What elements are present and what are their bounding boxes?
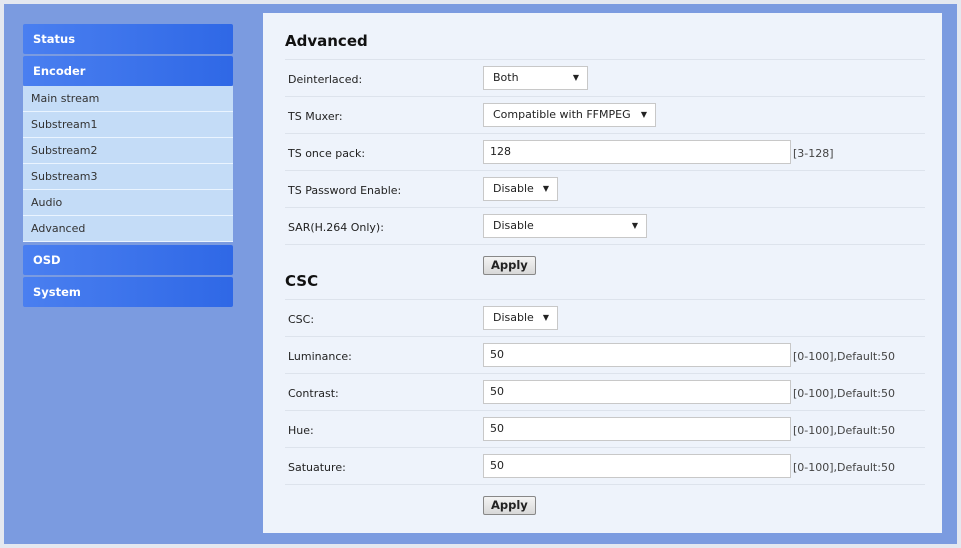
hue-hint: [0-100],Default:50 xyxy=(793,424,895,437)
csc-label: CSC: xyxy=(288,313,315,326)
deinterlaced-select[interactable]: Both xyxy=(483,66,588,90)
hue-label: Hue: xyxy=(288,424,314,437)
contrast-input[interactable]: 50 xyxy=(483,380,791,404)
hue-input[interactable]: 50 xyxy=(483,417,791,441)
nav-osd[interactable]: OSD xyxy=(23,245,233,275)
row-saturation: Satuature: 50 [0-100],Default:50 xyxy=(285,447,925,484)
row-apply-csc: Apply xyxy=(285,484,925,515)
saturation-label: Satuature: xyxy=(288,461,346,474)
ts-once-pack-label: TS once pack: xyxy=(288,147,366,160)
row-apply-advanced: Apply xyxy=(285,244,925,275)
ts-password-label: TS Password Enable: xyxy=(288,184,402,197)
ts-once-pack-hint: [3-128] xyxy=(793,147,834,160)
nav-status[interactable]: Status xyxy=(23,24,233,54)
advanced-title: Advanced xyxy=(285,32,368,50)
luminance-input[interactable]: 50 xyxy=(483,343,791,367)
nav-system[interactable]: System xyxy=(23,277,233,307)
sidebar-item-audio[interactable]: Audio xyxy=(23,190,233,216)
row-sar: SAR(H.264 Only): Disable xyxy=(285,207,925,244)
row-deinterlaced: Deinterlaced: Both xyxy=(285,59,925,96)
row-ts-once-pack: TS once pack: 128 [3-128] xyxy=(285,133,925,170)
apply-advanced-button[interactable]: Apply xyxy=(483,256,536,275)
deinterlaced-label: Deinterlaced: xyxy=(288,73,363,86)
sidebar-item-substream3[interactable]: Substream3 xyxy=(23,164,233,190)
ts-password-select[interactable]: Disable xyxy=(483,177,558,201)
contrast-hint: [0-100],Default:50 xyxy=(793,387,895,400)
luminance-label: Luminance: xyxy=(288,350,352,363)
sar-label: SAR(H.264 Only): xyxy=(288,221,384,234)
saturation-input[interactable]: 50 xyxy=(483,454,791,478)
ts-once-pack-input[interactable]: 128 xyxy=(483,140,791,164)
apply-csc-button[interactable]: Apply xyxy=(483,496,536,515)
sidebar: Status Encoder Main stream Substream1 Su… xyxy=(23,24,233,309)
ts-muxer-select[interactable]: Compatible with FFMPEG xyxy=(483,103,656,127)
csc-select[interactable]: Disable xyxy=(483,306,558,330)
csc-title: CSC xyxy=(285,272,319,290)
nav-encoder[interactable]: Encoder xyxy=(23,56,233,86)
ts-muxer-label: TS Muxer: xyxy=(288,110,343,123)
sar-select[interactable]: Disable xyxy=(483,214,647,238)
saturation-hint: [0-100],Default:50 xyxy=(793,461,895,474)
row-contrast: Contrast: 50 [0-100],Default:50 xyxy=(285,373,925,410)
row-hue: Hue: 50 [0-100],Default:50 xyxy=(285,410,925,447)
row-ts-muxer: TS Muxer: Compatible with FFMPEG xyxy=(285,96,925,133)
luminance-hint: [0-100],Default:50 xyxy=(793,350,895,363)
sidebar-item-main-stream[interactable]: Main stream xyxy=(23,86,233,112)
sidebar-item-advanced[interactable]: Advanced xyxy=(23,216,233,242)
contrast-label: Contrast: xyxy=(288,387,339,400)
row-luminance: Luminance: 50 [0-100],Default:50 xyxy=(285,336,925,373)
row-csc: CSC: Disable xyxy=(285,299,925,336)
row-ts-password: TS Password Enable: Disable xyxy=(285,170,925,207)
main-panel: Advanced Deinterlaced: Both TS Muxer: Co… xyxy=(263,13,942,533)
sidebar-item-substream1[interactable]: Substream1 xyxy=(23,112,233,138)
sidebar-item-substream2[interactable]: Substream2 xyxy=(23,138,233,164)
